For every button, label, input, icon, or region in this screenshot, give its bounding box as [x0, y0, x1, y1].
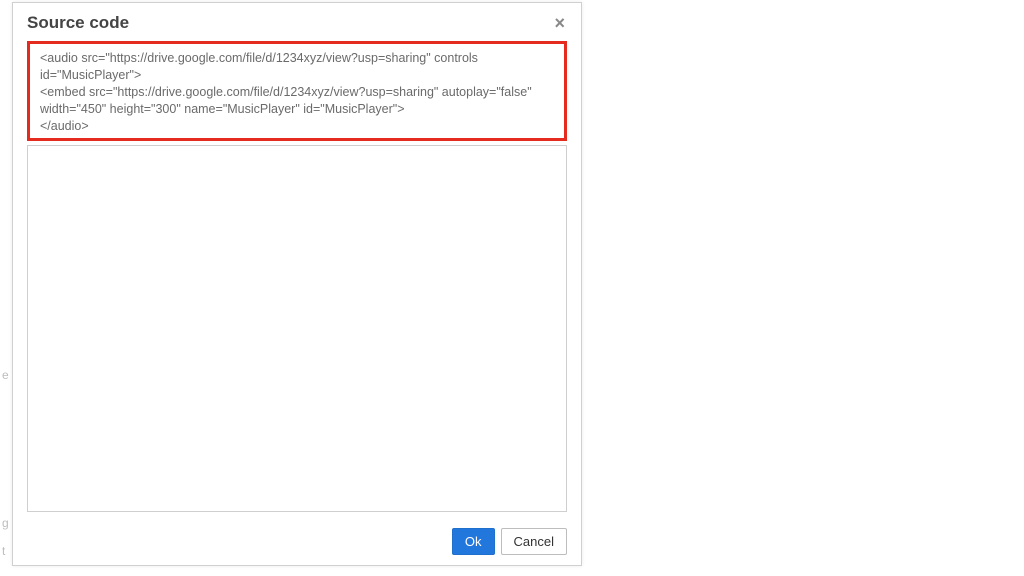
source-code-textarea[interactable]: [27, 145, 567, 512]
dialog-title: Source code: [27, 13, 129, 33]
bg-letter: g: [2, 516, 9, 530]
code-line: <embed src="https://drive.google.com/fil…: [40, 85, 532, 116]
code-line: </audio>: [40, 119, 89, 133]
dialog-header: Source code ×: [13, 3, 581, 41]
code-highlight-region: <audio src="https://drive.google.com/fil…: [27, 41, 567, 141]
source-code-dialog: Source code × <audio src="https://drive.…: [12, 2, 582, 566]
background-hint-letters: e g t: [2, 0, 12, 576]
bg-letter: e: [2, 368, 9, 382]
dialog-body: <audio src="https://drive.google.com/fil…: [13, 41, 581, 520]
code-preview-text: <audio src="https://drive.google.com/fil…: [32, 46, 562, 136]
cancel-button[interactable]: Cancel: [501, 528, 567, 555]
close-icon[interactable]: ×: [552, 14, 567, 32]
code-line: <audio src="https://drive.google.com/fil…: [40, 51, 478, 82]
dialog-footer: Ok Cancel: [13, 520, 581, 565]
ok-button[interactable]: Ok: [452, 528, 495, 555]
bg-letter: t: [2, 544, 5, 558]
